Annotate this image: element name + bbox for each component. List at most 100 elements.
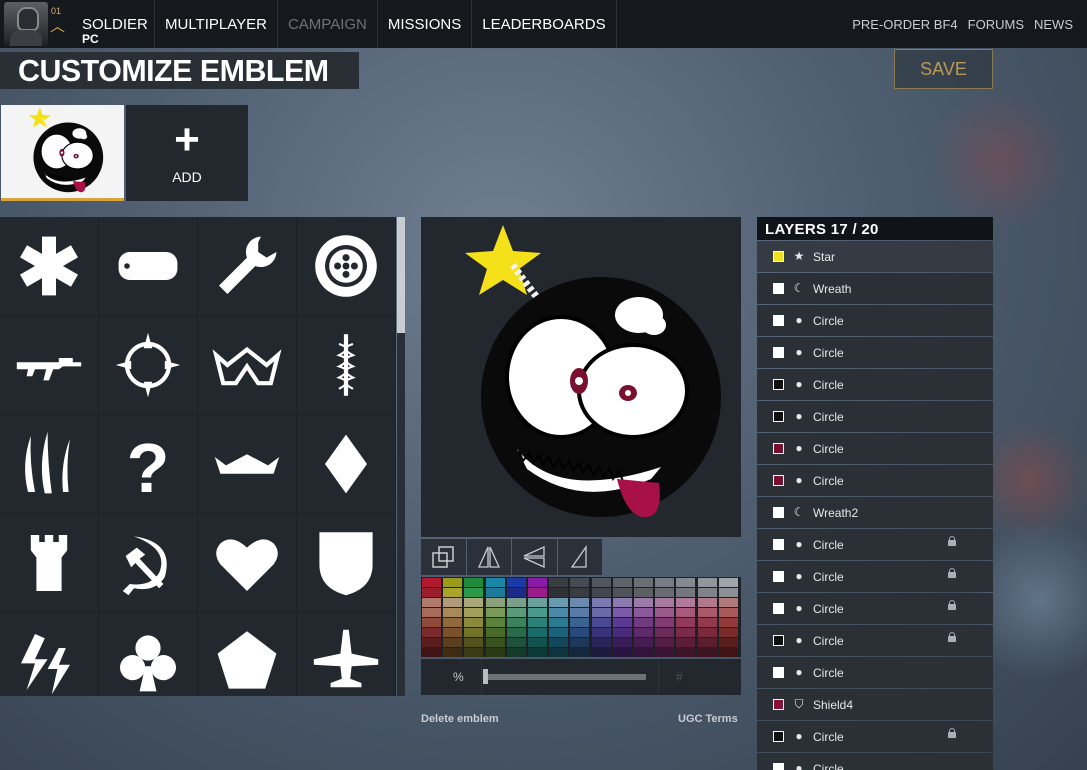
color-swatch[interactable] xyxy=(464,598,484,607)
color-swatch[interactable] xyxy=(422,588,441,597)
color-swatch[interactable] xyxy=(697,608,717,617)
color-swatch[interactable] xyxy=(570,638,590,647)
layer-color-swatch[interactable] xyxy=(773,315,784,326)
layer-row[interactable]: ● Circle xyxy=(757,401,993,432)
color-swatch[interactable] xyxy=(506,638,526,647)
color-swatch[interactable] xyxy=(570,578,590,587)
shape-crosshair[interactable] xyxy=(99,316,197,414)
color-swatch[interactable] xyxy=(485,618,505,627)
color-swatch[interactable] xyxy=(549,588,569,597)
shape-gear[interactable] xyxy=(297,217,395,315)
layer-row[interactable]: ● Circle xyxy=(757,529,993,560)
delete-emblem-link[interactable]: Delete emblem xyxy=(421,713,499,725)
shape-tower[interactable] xyxy=(0,514,98,612)
shape-wrench[interactable] xyxy=(198,217,296,315)
color-swatch[interactable] xyxy=(464,638,484,647)
color-swatch[interactable] xyxy=(718,638,738,647)
layer-color-swatch[interactable] xyxy=(773,603,784,614)
layer-row[interactable]: ● Circle xyxy=(757,433,993,464)
color-swatch[interactable] xyxy=(718,628,738,637)
color-swatch[interactable] xyxy=(506,628,526,637)
color-swatch[interactable] xyxy=(443,608,463,617)
color-swatch[interactable] xyxy=(443,618,463,627)
layer-row[interactable]: ● Circle xyxy=(757,465,993,496)
layer-row[interactable]: ● Circle xyxy=(757,657,993,688)
color-swatch[interactable] xyxy=(464,628,484,637)
layer-color-swatch[interactable] xyxy=(773,571,784,582)
nav-multiplayer[interactable]: MULTIPLAYER xyxy=(155,0,278,48)
color-swatch[interactable] xyxy=(634,618,653,627)
link-forums[interactable]: FORUMS xyxy=(968,17,1024,32)
lock-icon[interactable] xyxy=(948,728,956,738)
color-swatch[interactable] xyxy=(655,618,675,627)
color-swatch[interactable] xyxy=(697,578,717,587)
color-swatch[interactable] xyxy=(570,618,590,627)
shape-heart[interactable] xyxy=(198,514,296,612)
layer-color-swatch[interactable] xyxy=(773,251,784,262)
color-swatch[interactable] xyxy=(591,638,611,647)
color-swatch[interactable] xyxy=(570,598,590,607)
shape-rifle[interactable] xyxy=(0,316,98,414)
layer-row[interactable]: ● Circle xyxy=(757,753,993,770)
color-swatch[interactable] xyxy=(549,608,569,617)
flip-vertical-button[interactable] xyxy=(512,539,557,575)
color-swatch[interactable] xyxy=(506,648,526,657)
color-swatch[interactable] xyxy=(612,648,632,657)
color-swatch[interactable] xyxy=(634,628,653,637)
color-swatch[interactable] xyxy=(676,638,696,647)
color-swatch[interactable] xyxy=(612,578,632,587)
shape-asterisk[interactable] xyxy=(0,217,98,315)
lock-icon[interactable] xyxy=(948,632,956,642)
color-swatch[interactable] xyxy=(634,608,653,617)
shape-dogtag[interactable] xyxy=(99,217,197,315)
color-swatch[interactable] xyxy=(506,608,526,617)
shape-pentagon[interactable] xyxy=(198,613,296,696)
color-swatch[interactable] xyxy=(634,598,653,607)
rotate-button[interactable] xyxy=(557,539,602,575)
color-swatch[interactable] xyxy=(697,638,717,647)
opacity-slider-handle[interactable] xyxy=(483,669,488,684)
opacity-slider-track[interactable] xyxy=(484,674,646,680)
color-swatch[interactable] xyxy=(634,588,653,597)
color-swatch[interactable] xyxy=(506,598,526,607)
color-swatch[interactable] xyxy=(634,578,653,587)
nav-missions[interactable]: MISSIONS xyxy=(378,0,473,48)
color-swatch[interactable] xyxy=(612,628,632,637)
layer-color-swatch[interactable] xyxy=(773,507,784,518)
link-preorder[interactable]: PRE-ORDER BF4 xyxy=(852,17,957,32)
emblem-slot-selected[interactable] xyxy=(1,105,124,201)
color-swatch[interactable] xyxy=(549,648,569,657)
layer-row[interactable]: ● Circle xyxy=(757,561,993,592)
save-button[interactable]: SAVE xyxy=(894,49,993,89)
color-swatch[interactable] xyxy=(612,588,632,597)
color-swatch[interactable] xyxy=(655,648,675,657)
copy-layer-button[interactable] xyxy=(421,539,466,575)
layer-row[interactable]: ★ Star xyxy=(757,241,993,272)
color-swatch[interactable] xyxy=(697,628,717,637)
color-swatch[interactable] xyxy=(443,628,463,637)
color-swatch[interactable] xyxy=(612,618,632,627)
color-swatch[interactable] xyxy=(464,648,484,657)
color-swatch[interactable] xyxy=(506,578,526,587)
layer-row[interactable]: ● Circle xyxy=(757,721,993,752)
color-swatch[interactable] xyxy=(528,578,547,587)
color-swatch[interactable] xyxy=(464,618,484,627)
layer-color-swatch[interactable] xyxy=(773,539,784,550)
flip-horizontal-button[interactable] xyxy=(466,539,511,575)
layer-color-swatch[interactable] xyxy=(773,667,784,678)
color-swatch[interactable] xyxy=(485,598,505,607)
color-swatch[interactable] xyxy=(655,588,675,597)
color-swatch[interactable] xyxy=(676,618,696,627)
color-swatch[interactable] xyxy=(485,648,505,657)
color-swatch[interactable] xyxy=(549,638,569,647)
color-swatch[interactable] xyxy=(697,598,717,607)
color-swatch[interactable] xyxy=(676,578,696,587)
color-swatch[interactable] xyxy=(549,598,569,607)
color-swatch[interactable] xyxy=(485,638,505,647)
color-swatch[interactable] xyxy=(422,618,441,627)
color-swatch[interactable] xyxy=(612,598,632,607)
color-swatch[interactable] xyxy=(718,618,738,627)
color-swatch[interactable] xyxy=(443,598,463,607)
layer-row[interactable]: ● Circle xyxy=(757,369,993,400)
color-swatch[interactable] xyxy=(591,618,611,627)
